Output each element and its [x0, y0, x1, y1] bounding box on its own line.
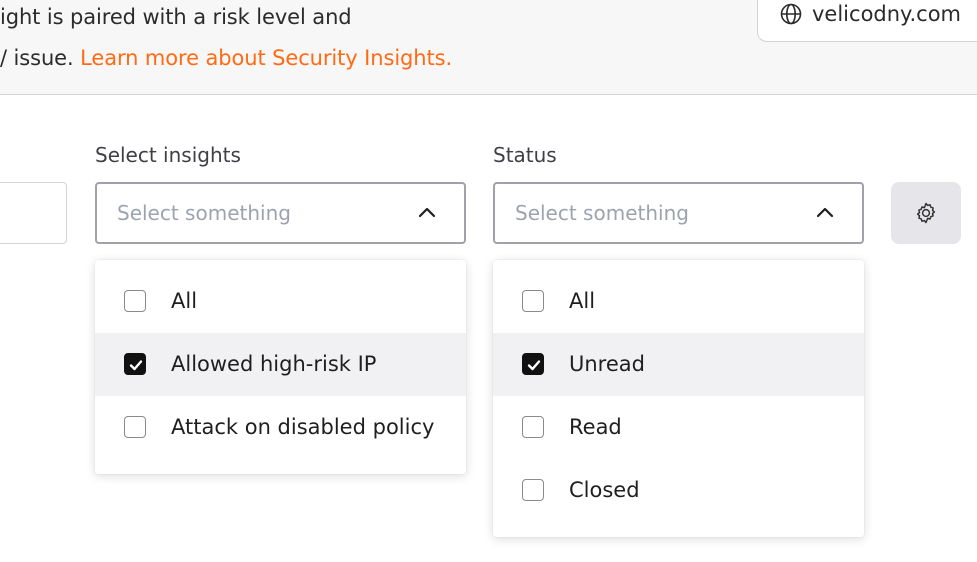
status-option-unread[interactable]: Unread — [493, 333, 864, 396]
status-option-all[interactable]: All — [493, 270, 864, 333]
insights-select[interactable]: Select something — [95, 182, 466, 244]
checkbox-checked[interactable] — [124, 353, 146, 375]
banner-text-line-2-prefix: / issue. — [0, 46, 81, 70]
insights-select-placeholder: Select something — [117, 201, 291, 225]
insights-option-attack-on-disabled-policy[interactable]: Attack on disabled policy — [95, 396, 466, 459]
domain-name: velicodny.com — [812, 2, 962, 26]
info-banner: ight is paired with a risk level and / i… — [0, 0, 977, 95]
checkmark-icon — [129, 360, 143, 371]
status-dropdown-menu: All Unread Read Closed — [493, 260, 864, 537]
checkbox-checked[interactable] — [522, 353, 544, 375]
status-filter-label: Status — [493, 143, 557, 167]
search-input[interactable] — [0, 182, 67, 244]
chevron-up-icon — [816, 207, 834, 218]
insights-option-allowed-high-risk-ip[interactable]: Allowed high-risk IP — [95, 333, 466, 396]
banner-text-line-1: ight is paired with a risk level and — [0, 5, 352, 29]
status-option-read[interactable]: Read — [493, 396, 864, 459]
option-label: All — [569, 289, 596, 313]
checkbox[interactable] — [522, 479, 544, 501]
checkbox[interactable] — [522, 416, 544, 438]
option-label: Attack on disabled policy — [171, 415, 435, 439]
checkbox[interactable] — [522, 290, 544, 312]
status-option-closed[interactable]: Closed — [493, 459, 864, 522]
globe-icon — [780, 3, 802, 25]
option-label: Closed — [569, 478, 640, 502]
option-label: Unread — [569, 352, 645, 376]
insights-filter-label: Select insights — [95, 143, 241, 167]
banner-text-line-2: / issue. Learn more about Security Insig… — [0, 46, 452, 70]
checkbox[interactable] — [124, 416, 146, 438]
insights-dropdown-menu: All Allowed high-risk IP Attack on disab… — [95, 260, 466, 474]
checkmark-icon — [527, 360, 541, 371]
status-select[interactable]: Select something — [493, 182, 864, 244]
settings-button[interactable] — [891, 182, 961, 244]
chevron-up-icon — [418, 207, 436, 218]
status-select-placeholder: Select something — [515, 201, 689, 225]
option-label: Read — [569, 415, 622, 439]
checkbox[interactable] — [124, 290, 146, 312]
learn-more-link[interactable]: Learn more about Security Insights. — [80, 46, 452, 70]
option-label: All — [171, 289, 198, 313]
insights-option-all[interactable]: All — [95, 270, 466, 333]
gear-icon — [916, 202, 936, 224]
option-label: Allowed high-risk IP — [171, 352, 377, 376]
